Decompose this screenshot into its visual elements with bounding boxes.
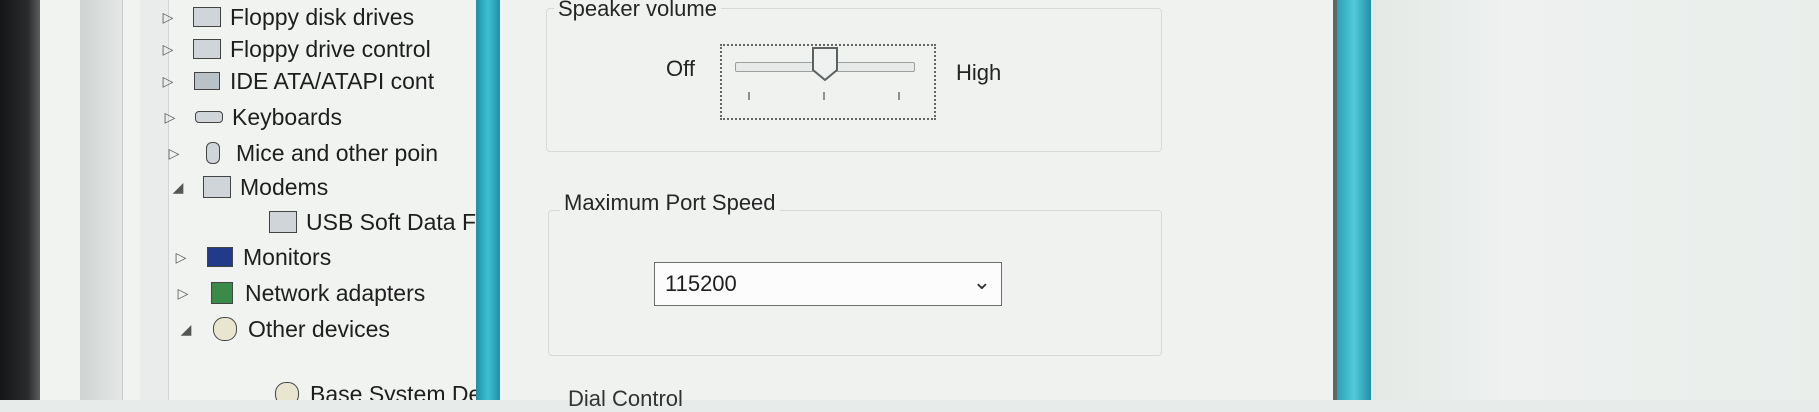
expand-arrow-icon[interactable]: ▷ bbox=[158, 9, 178, 26]
collapse-arrow-icon[interactable]: ◢ bbox=[168, 179, 188, 196]
slider-thumb[interactable] bbox=[811, 46, 839, 82]
expand-arrow-icon[interactable]: ▷ bbox=[171, 249, 191, 266]
tree-margin bbox=[80, 0, 123, 400]
mouse-icon bbox=[198, 141, 228, 165]
tree-item-label: Monitors bbox=[243, 243, 332, 270]
tree-item-label: Floppy drive control bbox=[230, 35, 431, 62]
dial-control-label: Dial Control bbox=[568, 386, 683, 411]
tree-item-label: Base System Dev bbox=[310, 380, 476, 401]
monitor-icon bbox=[205, 245, 235, 269]
slider-tick bbox=[823, 92, 825, 100]
tree-item-mice[interactable]: ▷ Mice and other poin bbox=[164, 136, 438, 170]
tree-item-monitors[interactable]: ▷ Monitors bbox=[171, 240, 332, 274]
unknown-device-icon bbox=[210, 317, 240, 341]
tree-item-label: Modems bbox=[240, 173, 329, 200]
floppy-drive-icon bbox=[192, 5, 222, 29]
tree-item-label: Floppy disk drives bbox=[230, 3, 415, 30]
expand-arrow-icon[interactable]: ▷ bbox=[158, 73, 178, 90]
window-border-right bbox=[1337, 0, 1371, 400]
modem-icon bbox=[268, 210, 298, 234]
expand-arrow-icon[interactable]: ▷ bbox=[164, 145, 184, 162]
port-speed-select[interactable]: 115200 ⌄ bbox=[654, 262, 1002, 306]
volume-max-label: High bbox=[956, 60, 1002, 85]
port-speed-label: Maximum Port Speed bbox=[560, 190, 780, 216]
monitor-bezel bbox=[0, 0, 40, 400]
tree-item-label: IDE ATA/ATAPI cont bbox=[230, 67, 435, 94]
port-speed-value: 115200 bbox=[665, 271, 737, 296]
volume-min-label: Off bbox=[666, 56, 695, 81]
tree-item-floppy-drive-controllers[interactable]: ▷ Floppy drive control bbox=[158, 32, 431, 66]
tree-item-floppy-disk-drives[interactable]: ▷ Floppy disk drives bbox=[158, 0, 414, 34]
tree-item-label: USB Soft Data Fa bbox=[306, 208, 476, 235]
tree-item-label: Other devices bbox=[248, 315, 390, 342]
speaker-volume-label: Speaker volume bbox=[554, 0, 721, 22]
network-adapter-icon bbox=[207, 281, 237, 305]
slider-tick bbox=[898, 92, 900, 100]
expand-arrow-icon[interactable]: ▷ bbox=[160, 109, 180, 126]
tree-item-usb-soft-data[interactable]: USB Soft Data Fa bbox=[268, 205, 476, 239]
desktop-background bbox=[1371, 0, 1819, 400]
tree-item-ide-ata-atapi[interactable]: ▷ IDE ATA/ATAPI cont bbox=[158, 64, 434, 98]
tree-item-label: Mice and other poin bbox=[236, 139, 439, 166]
window-border-left bbox=[476, 0, 500, 400]
slider-tick bbox=[748, 92, 750, 100]
expand-arrow-icon[interactable]: ▷ bbox=[173, 285, 193, 302]
modem-icon bbox=[202, 175, 232, 199]
tree-item-label: Keyboards bbox=[232, 103, 342, 130]
collapse-arrow-icon[interactable]: ◢ bbox=[176, 321, 196, 338]
keyboard-icon bbox=[194, 105, 224, 129]
tree-item-keyboards[interactable]: ▷ Keyboards bbox=[160, 100, 342, 134]
expand-arrow-icon[interactable]: ▷ bbox=[158, 41, 178, 58]
chevron-down-icon[interactable]: ⌄ bbox=[973, 269, 991, 295]
tree-item-label: Network adapters bbox=[245, 279, 426, 306]
tree-item-modems[interactable]: ◢ Modems bbox=[168, 170, 329, 204]
tree-item-other-devices[interactable]: ◢ Other devices bbox=[176, 312, 390, 346]
floppy-controller-icon bbox=[192, 37, 222, 61]
device-tree-pane: ▷ Floppy disk drives ▷ Floppy drive cont… bbox=[40, 0, 476, 400]
ide-controller-icon bbox=[192, 69, 222, 93]
unknown-device-icon bbox=[272, 382, 302, 400]
tree-item-network-adapters[interactable]: ▷ Network adapters bbox=[173, 276, 426, 310]
tree-item-base-system-device[interactable]: Base System Dev bbox=[272, 377, 476, 400]
